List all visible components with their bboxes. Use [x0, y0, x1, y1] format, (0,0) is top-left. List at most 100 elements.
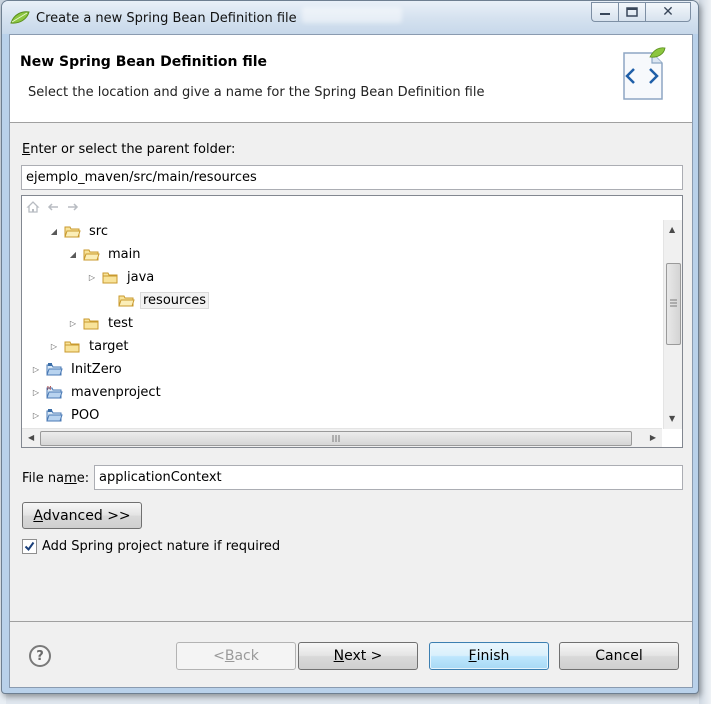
- maximize-button[interactable]: [618, 2, 645, 22]
- close-icon: ✕: [662, 4, 674, 20]
- parent-folder-label-mnemonic: E: [22, 142, 31, 157]
- tree-item-label: java: [127, 269, 155, 285]
- next-mnemonic: N: [333, 648, 345, 664]
- back-mnemonic: B: [224, 648, 235, 664]
- tree-item-target[interactable]: ▷ target: [48, 335, 132, 357]
- tree-viewport: ◢ src ◢ main ▷ java resources ▷ test ▷ t…: [22, 220, 662, 429]
- tree-item-resources[interactable]: resources: [102, 289, 210, 311]
- spring-nature-checkbox[interactable]: [22, 539, 37, 554]
- footer-separator: [10, 621, 692, 622]
- dialog-window: Create a new Spring Bean Definition file…: [1, 0, 699, 694]
- file-name-label-pre: File na: [22, 471, 65, 486]
- scroll-up-arrow-icon[interactable]: ▲: [669, 225, 675, 234]
- folder-tree: ◢ src ◢ main ▷ java resources ▷ test ▷ t…: [21, 195, 683, 448]
- finish-mnemonic: F: [468, 648, 477, 664]
- collapsed-arrow-icon[interactable]: ▷: [30, 409, 42, 421]
- tree-item-label: resources: [140, 291, 210, 309]
- next-button[interactable]: Next >: [298, 642, 418, 670]
- tree-item-src[interactable]: ◢ src: [48, 220, 111, 242]
- back-button[interactable]: < Back: [176, 642, 296, 670]
- tree-item-poo[interactable]: ▷ POO: [30, 404, 102, 426]
- next-label: ext >: [344, 648, 383, 664]
- scroll-right-arrow-icon[interactable]: ▶: [650, 433, 656, 442]
- help-icon: ?: [36, 648, 44, 664]
- file-name-input[interactable]: [94, 465, 683, 490]
- minimize-icon: [600, 13, 610, 15]
- spring-leaf-icon: [10, 11, 30, 24]
- caption-buttons: ✕: [591, 2, 691, 22]
- wizard-description: Select the location and give a name for …: [28, 85, 485, 100]
- tree-item-label: main: [108, 246, 141, 262]
- advanced-mnemonic: A: [33, 507, 43, 524]
- parent-folder-input[interactable]: [21, 165, 683, 190]
- wizard-banner: New Spring Bean Definition file Select t…: [10, 35, 692, 123]
- finish-button[interactable]: Finish: [429, 642, 549, 670]
- close-button[interactable]: ✕: [645, 2, 691, 22]
- forward-arrow-icon[interactable]: [66, 200, 80, 214]
- back-label: ack: [234, 648, 259, 664]
- help-button[interactable]: ?: [29, 645, 51, 667]
- maximize-icon: [626, 7, 638, 17]
- tree-toolbar: [26, 200, 80, 218]
- advanced-label: dvanced >>: [42, 507, 131, 524]
- tree-item-java[interactable]: ▷ java: [86, 266, 157, 288]
- tree-item-label: src: [89, 223, 108, 239]
- collapsed-arrow-icon[interactable]: ▷: [48, 340, 60, 352]
- desktop-background-right: [699, 0, 711, 704]
- tree-item-test[interactable]: ▷ test: [67, 312, 136, 334]
- collapsed-arrow-icon[interactable]: ▷: [67, 317, 79, 329]
- svg-text:M: M: [47, 386, 51, 392]
- parent-folder-label: Enter or select the parent folder:: [22, 142, 235, 157]
- maven-project-icon: M: [46, 386, 63, 398]
- collapsed-arrow-icon[interactable]: ▷: [30, 386, 42, 398]
- tree-item-label: InitZero: [71, 361, 122, 377]
- cancel-label: Cancel: [595, 648, 643, 664]
- collapsed-arrow-icon[interactable]: ▷: [86, 271, 98, 283]
- tree-item-mavenproject[interactable]: ▷ M mavenproject: [30, 381, 164, 403]
- scroll-left-arrow-icon[interactable]: ◀: [28, 433, 34, 442]
- back-arrow-icon[interactable]: [46, 200, 60, 214]
- tree-item-initzero[interactable]: ▷ InitZero: [30, 358, 125, 380]
- window-title: Create a new Spring Bean Definition file: [36, 11, 297, 26]
- horizontal-scrollbar[interactable]: ◀ ▶: [22, 428, 662, 447]
- collapsed-arrow-icon[interactable]: ▷: [30, 363, 42, 375]
- vertical-scroll-thumb[interactable]: [666, 263, 681, 345]
- expanded-arrow-icon[interactable]: ◢: [67, 248, 79, 260]
- folder-icon: [64, 341, 80, 352]
- folder-open-icon: [64, 226, 81, 237]
- tree-item-label: target: [89, 338, 129, 354]
- finish-label: inish: [476, 648, 510, 664]
- advanced-button[interactable]: Advanced >>: [22, 502, 142, 529]
- folder-icon: [102, 272, 118, 283]
- back-label-pre: <: [213, 648, 225, 664]
- spring-nature-label: Add Spring project nature if required: [42, 539, 281, 554]
- tree-item-label: test: [108, 315, 133, 331]
- tree-item-label: POO: [71, 407, 100, 423]
- horizontal-scroll-thumb[interactable]: [40, 431, 632, 446]
- checkmark-icon: [24, 541, 35, 552]
- cancel-button[interactable]: Cancel: [559, 642, 679, 670]
- folder-icon: [83, 318, 99, 329]
- wizard-title: New Spring Bean Definition file: [20, 54, 268, 70]
- folder-open-icon: [118, 295, 135, 306]
- scroll-down-arrow-icon[interactable]: ▼: [669, 414, 675, 423]
- folder-open-icon: [83, 249, 100, 260]
- home-icon[interactable]: [26, 200, 40, 214]
- project-icon: [46, 362, 63, 375]
- title-bar[interactable]: Create a new Spring Bean Definition file…: [2, 1, 698, 34]
- grip-icon: [332, 435, 340, 442]
- file-name-label-post: e:: [76, 471, 90, 486]
- grip-icon: [670, 299, 677, 307]
- parent-folder-label-text: nter or select the parent folder:: [30, 142, 236, 157]
- spring-bean-file-icon: [623, 47, 666, 100]
- tree-item-label: mavenproject: [71, 384, 161, 400]
- spring-nature-option[interactable]: Add Spring project nature if required: [22, 539, 280, 554]
- dialog-client-area: New Spring Bean Definition file Select t…: [9, 34, 693, 688]
- minimize-button[interactable]: [591, 2, 618, 22]
- vertical-scrollbar[interactable]: ▲ ▼: [663, 220, 682, 429]
- expanded-arrow-icon[interactable]: ◢: [48, 225, 60, 237]
- project-icon: [46, 408, 63, 421]
- tree-item-main[interactable]: ◢ main: [67, 243, 143, 265]
- file-name-label-mnemonic: m: [64, 471, 77, 486]
- blurred-background-tab: [302, 7, 402, 23]
